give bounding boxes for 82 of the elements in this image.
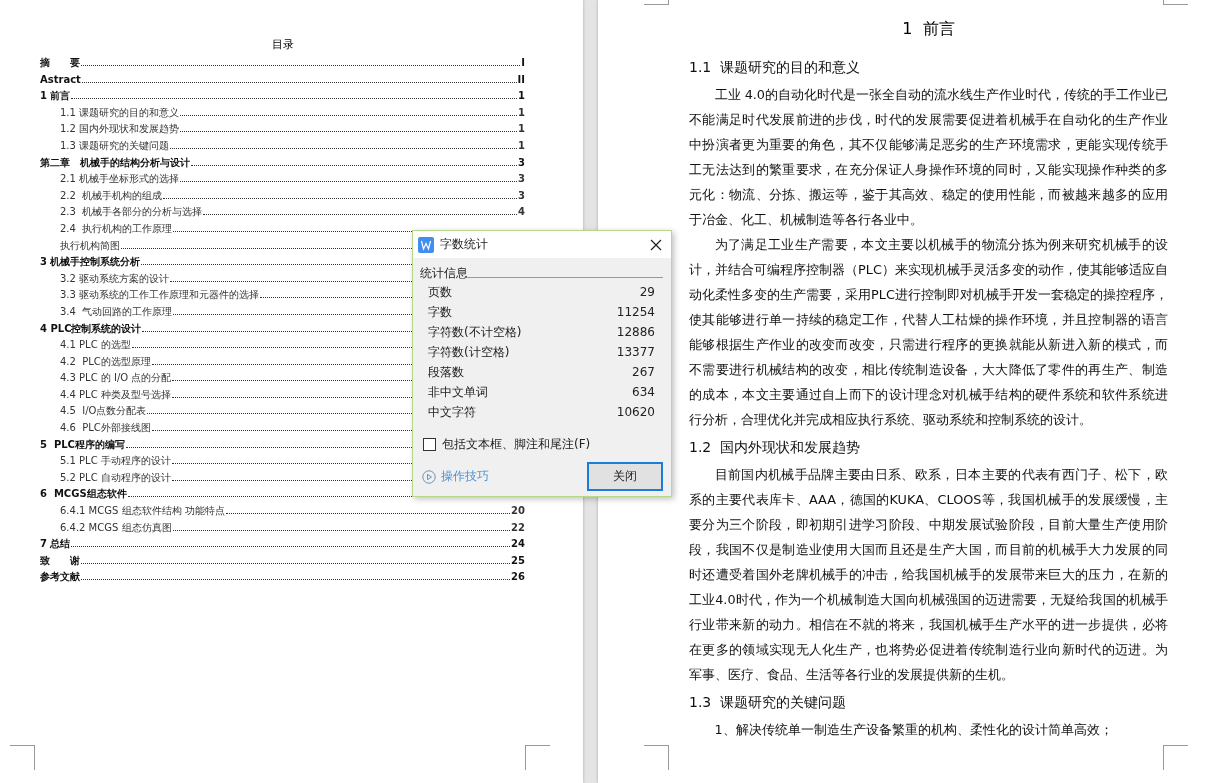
checkbox[interactable] [423,438,436,451]
stat-label: 段落数 [428,364,464,381]
checkbox-label: 包括文本框、脚注和尾注(F) [442,436,591,453]
body-paragraph: 目前国内机械手品牌主要由日系、欧系，日本主要的代表有西门子、松下，欧系的主要代表库卡、AAA，德国的KUKA、CLOOS等，我国机械手的发展缓慢，主要分为三个阶段，即初期引进学习阶段、中期发展试验阶段，目前大量生产使用阶段，我国不仅是制造业使用大国而且还是生产大国，而目前的机械手大力发展的同时还遭受着国外老牌机械手的冲击，给我国机械手的发展带来巨大的压力，在新的工业4.0时代，作为一个机械制造大国向机械强国的迈进需要，无疑给我国的机械手行业带来新的动力。相信在不就的将来，我国机械手生产水平的进一步提供，必将在更多的领域实现无人化生产，也将势必促进着传统制造行业向新时代的迈进。为军事、医疗、食品、生活等各行业的发展提供新的生机。 [689,466,1168,684]
toc-entry[interactable]: 参考文献 [40,569,80,586]
stat-label: 字符数(不计空格) [428,324,522,341]
toc-entry[interactable]: 1.1 课题研究的目的和意义 [60,104,180,122]
toc-entry[interactable]: 4.5 I/O点数分配表 [60,403,147,421]
section-label: 统计信息 [420,265,468,282]
toc-entry[interactable]: 3.4 气动回路的工作原理 [60,303,173,321]
toc-entry[interactable]: 2.2 机械手机构的组成 [60,187,163,205]
crop-mark [525,745,550,770]
body-paragraph: 工业 4.0的自动化时代是一张全自动的流水线生产作业时代，传统的手工作业已不能满足时代发展前进的步伐，时代的发展需要促进着机械手在自动化的生产作业中扮演者更为重要的角色，其不仅能够满足恶劣的生产环境需求，更能实现传统手工无法达到的繁重要求，在充分保证人身操作环境的同时，又能实现操作种类的多元化：物流、分拣、搬运等，鉴于其高效、稳定的使用性能，而被越来越多的应用于冶金、化工、机械制造等各行各业中。 [689,86,1168,229]
toc-entry[interactable]: 1 前言 [40,88,71,105]
stat-value: 11254 [616,304,655,321]
stat-label: 非中文单词 [428,384,488,401]
page-number: 1 [518,138,525,153]
stat-label: 中文字符 [428,404,476,421]
app-icon [418,236,434,253]
toc-entry[interactable]: 5.1 PLC 手动程序的设计 [60,453,171,470]
toc-entry[interactable]: 7 总结 [40,536,71,553]
toc-entry[interactable]: 6.4.2 MCGS 组态仿真图 [60,519,172,537]
toc-entry[interactable]: 4.3 PLC 的 I/O 点的分配 [60,370,172,387]
toc-entry[interactable]: 1.3 课题研究的关键问题 [60,137,170,155]
toc-entry[interactable]: 执行机构简图 [60,237,120,255]
toc-entry[interactable]: 4.4 PLC 种类及型号选择 [60,386,171,404]
toc-entry[interactable]: 1.2 国内外现状和发展趋势 [60,121,180,138]
page-number: 1 [518,89,525,104]
toc-entry[interactable]: 5 PLC程序的编写 [40,436,125,454]
toc-entry[interactable]: 3.3 驱动系统的工作工作原理和元器件的选择 [60,287,260,304]
close-button[interactable]: 关闭 [587,462,663,491]
toc-entry[interactable]: 3.2 驱动系统方案的设计 [60,270,170,288]
stat-value: 634 [632,384,655,401]
stat-value: 10620 [616,404,655,421]
page-number: 25 [511,553,525,568]
page-number: 3 [518,172,525,187]
page-number: 3 [518,188,525,203]
toc-entry[interactable]: Astract [40,71,81,89]
section-heading: 1.2 国内外现状和发展趋势 [689,438,862,457]
section-heading: 1.1 课题研究的目的和意义 [689,58,862,77]
close-icon[interactable] [649,237,663,252]
section-heading: 1.3 课题研究的关键问题 [689,693,848,712]
toc-entry[interactable]: 4.2 PLC的选型原理 [60,353,151,371]
stat-value: 29 [639,284,655,301]
stat-value: 267 [632,364,655,381]
body-paragraph: 为了满足工业生产需要，本文主要以机械手的物流分拣为例来研究机械手的设计，并结合可编程序控制器（PLC）来实现机械手灵活多变的动作，使其能够适应自动化柔性多变的生产需要，采用PLC进行控制即对机械手开发一套稳定的操控程序，使其能够进行单一持续的稳定工作，代替人工枯燥的操作环境，并且控制器的语言能够根据生产作业的改变而改变，只需进行程序的更换就能从新进入新的模式，而不需要进行机械结构的改变，相比传统制造设备，大大降低了零件的再生产、制造的成本，本文主要通过自上而下的设计理念对机械手结构的硬件系统和软件系统进行分析，合理优化并完成相应执行系统、驱动系统和控制系统的设计。 [689,236,1168,429]
dialog-title: 字数统计 [440,236,489,253]
toc-entry[interactable]: 4 PLC控制系统的设计 [40,320,142,338]
body-paragraph: 1、解决传统单一制造生产设备繁重的机构、柔性化的设计简单高效； [713,721,1114,739]
toc-entry[interactable]: 4.6 PLC外部接线图 [60,420,151,437]
stat-label: 字符数(计空格) [428,344,510,361]
page-number: 4 [518,205,525,220]
page-number: 20 [511,504,525,519]
toc-entry[interactable]: 3 机械手控制系统分析 [40,254,141,271]
toc-entry[interactable]: 6 MCGS组态软件 [40,486,127,504]
crop-mark [644,745,669,770]
page-number: 1 [518,122,525,137]
page-number: I [521,56,525,70]
page-number: 1 [518,105,525,120]
toc-entry[interactable]: 5.2 PLC 自动程序的设计 [60,469,171,487]
stat-label: 字数 [428,304,452,321]
toc-entry[interactable]: 4.1 PLC 的选型 [60,337,131,354]
stat-label: 页数 [428,284,452,301]
toc-entry[interactable]: 2.4 执行机构的工作原理 [60,220,173,238]
crop-mark [1163,745,1188,770]
toc-entry[interactable]: 2.1 机械手坐标形式的选择 [60,171,180,188]
page-number: II [517,72,525,87]
page-number: 24 [511,537,525,552]
page-number: 22 [511,520,525,535]
toc-entry[interactable]: 第二章 机械手的结构分析与设计 [40,154,190,172]
page-number: 26 [511,570,525,585]
toc-title: 目录 [270,37,295,53]
toc-entry[interactable]: 6.4.1 MCGS 组态软件结构 功能特点 [60,503,225,520]
crop-mark [10,745,35,770]
toc-entry[interactable]: 致 谢 [40,552,80,570]
chapter-title: 1 前言 [901,18,956,40]
stat-value: 13377 [616,344,655,361]
toc-entry[interactable]: 摘 要 [40,55,80,72]
toc-entry[interactable]: 2.3 机械手各部分的分析与选择 [60,204,203,221]
play-circle-icon [422,469,436,484]
stat-value: 12886 [616,324,655,341]
page-number: 3 [518,155,525,170]
